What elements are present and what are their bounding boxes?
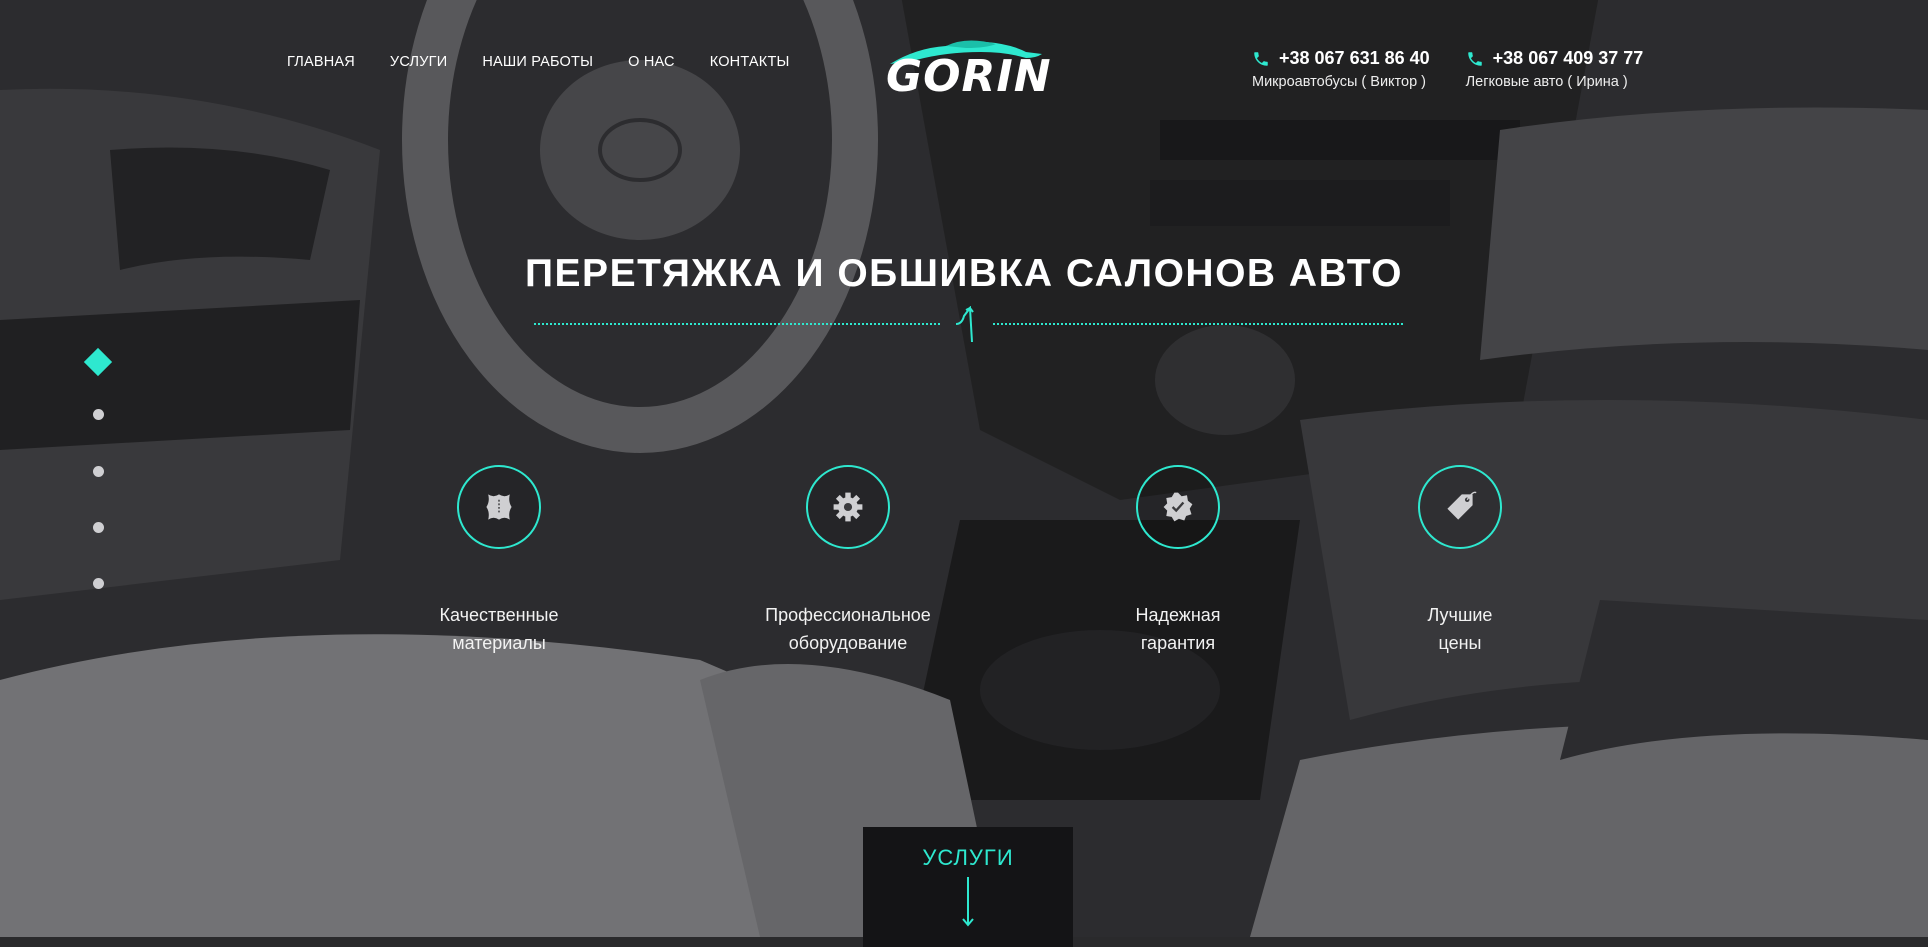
feature-prices: Лучшие цены	[1330, 465, 1590, 657]
feature-materials: Качественные материалы	[369, 465, 629, 657]
services-button[interactable]: УСЛУГИ	[863, 827, 1073, 947]
feature-guarantee: Надежная гарантия	[1048, 465, 1308, 657]
feature-label: Лучшие цены	[1427, 605, 1493, 653]
services-button-label: УСЛУГИ	[922, 845, 1014, 870]
guarantee-icon	[1163, 492, 1193, 522]
feature-label: Профессиональное оборудование	[765, 605, 931, 653]
logo[interactable]: GORIN	[886, 38, 1052, 102]
contact-cars: +38 067 409 37 77 Легковые авто ( Ирина …	[1466, 48, 1644, 90]
nav-item-home[interactable]: ГЛАВНАЯ	[287, 54, 355, 70]
phone-icon	[1467, 51, 1482, 66]
nav-item-about[interactable]: О НАС	[628, 54, 675, 70]
logo-text: GORIN	[886, 51, 1052, 102]
phone-note: Микроавтобусы ( Виктор )	[1252, 74, 1427, 90]
nav-item-works[interactable]: НАШИ РАБОТЫ	[482, 54, 593, 70]
price-tag-icon	[1447, 491, 1477, 520]
slider-dot[interactable]	[93, 578, 104, 589]
main-nav: ГЛАВНАЯ УСЛУГИ НАШИ РАБОТЫ О НАС КОНТАКТ…	[287, 54, 825, 70]
phone-number[interactable]: +38 067 409 37 77	[1493, 48, 1644, 69]
feature-label: Надежная гарантия	[1135, 605, 1221, 653]
nav-item-services[interactable]: УСЛУГИ	[390, 54, 447, 70]
contacts: +38 067 631 86 40 Микроавтобусы ( Виктор…	[1252, 48, 1643, 90]
feature-icon-circle	[806, 465, 890, 549]
slider-dot[interactable]	[93, 409, 104, 420]
feature-label: Качественные материалы	[439, 605, 559, 653]
title-divider	[534, 306, 1403, 343]
slider-dot[interactable]	[93, 466, 104, 477]
slider-dot[interactable]	[93, 522, 104, 533]
feature-icon-circle	[1418, 465, 1502, 549]
gear-icon	[833, 492, 863, 522]
phone-icon	[1254, 51, 1268, 66]
nav-item-contacts[interactable]: КОНТАКТЫ	[710, 54, 790, 70]
phone-number[interactable]: +38 067 631 86 40	[1279, 48, 1430, 69]
contact-minibus: +38 067 631 86 40 Микроавтобусы ( Виктор…	[1252, 48, 1430, 90]
page-title: ПЕРЕТЯЖКА И ОБШИВКА САЛОНОВ АВТО	[525, 252, 1403, 295]
phone-note: Легковые авто ( Ирина )	[1465, 74, 1628, 90]
leather-icon	[486, 494, 512, 520]
arrow-down-icon	[962, 877, 974, 927]
feature-icon-circle	[457, 465, 541, 549]
feature-equipment: Профессиональное оборудование	[718, 465, 978, 657]
feature-icon-circle	[1136, 465, 1220, 549]
